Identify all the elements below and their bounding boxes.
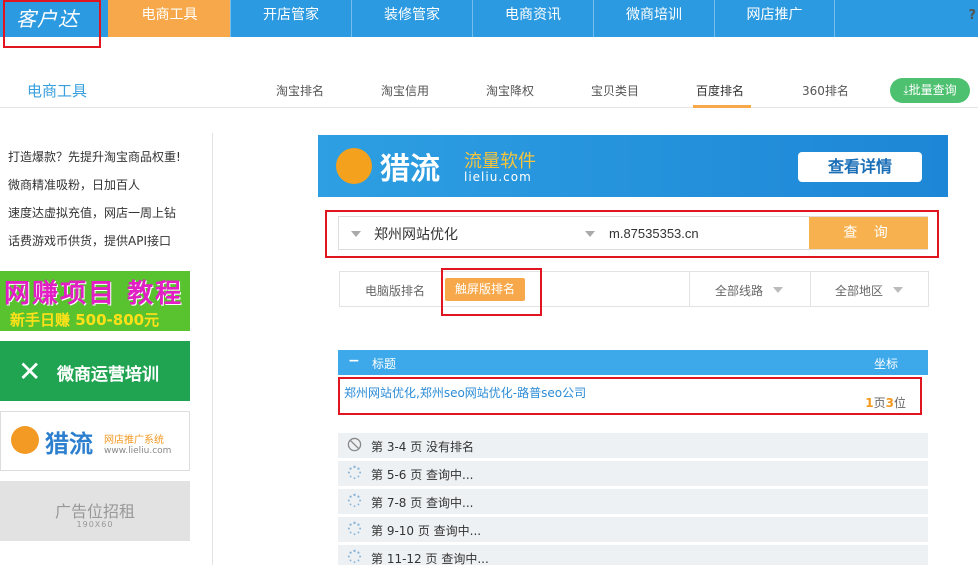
status-row: 第 5-6 页 查询中...: [338, 461, 928, 486]
filter-divider: [689, 272, 690, 306]
lieliu-logo-icon: [336, 148, 372, 184]
status-row: 第 9-10 页 查询中...: [338, 517, 928, 542]
ad-banner-lieliu[interactable]: 猎流 网店推广系统 www.lieliu.com: [0, 411, 190, 471]
ad-banner-wechat-training[interactable]: ✕ 微商运营培训: [0, 341, 190, 401]
results-header-position: 坐标: [873, 357, 898, 371]
lieliu-banner[interactable]: 猎流 流量软件 lieliu.com 查看详情: [318, 135, 948, 197]
nav-item-news[interactable]: 电商资讯: [472, 0, 593, 37]
batch-query-label: 批量查询: [908, 83, 957, 97]
tab-360-rank[interactable]: 360排名: [802, 82, 849, 99]
lieliu-logo-icon: [11, 426, 39, 454]
ad3-url: www.lieliu.com: [104, 446, 172, 456]
ad1-headline: 网赚项目 教程: [4, 279, 184, 309]
promo-link-3[interactable]: 速度达虚拟充值，网店一周上钻: [8, 204, 176, 221]
top-nav: 客户达 电商工具 开店管家 装修管家 电商资讯 微商培训 网店推广: [0, 0, 978, 37]
ad-banner-for-rent[interactable]: 广告位招租 190X60: [0, 481, 190, 541]
status-row: 第 11-12 页 查询中...: [338, 545, 928, 565]
ad-banner-earn-money[interactable]: 网赚项目 教程 新手日赚 500-800元: [0, 271, 190, 331]
view-details-button[interactable]: 查看详情: [798, 152, 922, 182]
line-select[interactable]: 全部线路: [715, 282, 763, 299]
highlight-box-logo: [3, 0, 101, 48]
status-row: 第 7-8 页 查询中...: [338, 489, 928, 514]
promo-link-1[interactable]: 打造爆款？先提升淘宝商品权重!: [8, 148, 181, 165]
nav-item-training[interactable]: 微商培训: [593, 0, 714, 37]
status-text: 第 5-6 页 查询中...: [371, 468, 474, 482]
loading-icon: [347, 493, 362, 508]
help-icon[interactable]: ?: [968, 8, 976, 23]
status-text: 第 11-12 页 查询中...: [371, 552, 489, 565]
ad4-size: 190X60: [76, 520, 114, 529]
tab-item-category[interactable]: 宝贝类目: [591, 82, 639, 99]
nav-item-store-manager[interactable]: 开店管家: [230, 0, 351, 37]
chevron-down-icon: [773, 287, 783, 293]
page: 客户达 电商工具 开店管家 装修管家 电商资讯 微商培训 网店推广 ? 电商工具…: [0, 0, 978, 565]
status-text: 第 3-4 页 没有排名: [371, 440, 475, 454]
tab-pc-rank[interactable]: 电脑版排名: [365, 282, 425, 299]
filter-divider: [810, 272, 811, 306]
ad1-subline: 新手日赚 500-800元: [10, 311, 160, 329]
filter-bar: 电脑版排名 触屏版排名 全部线路 全部地区: [339, 271, 929, 307]
ad4-text: 广告位招租: [54, 502, 135, 521]
banner-brand: 猎流: [380, 152, 440, 187]
tab-taobao-credit[interactable]: 淘宝信用: [381, 82, 429, 99]
loading-icon: [347, 549, 362, 564]
region-select[interactable]: 全部地区: [835, 282, 883, 299]
banner-url: lieliu.com: [464, 170, 532, 184]
tab-taobao-demotion[interactable]: 淘宝降权: [486, 82, 534, 99]
results-header-title: 标题: [372, 357, 397, 371]
sub-nav-title: 电商工具: [27, 82, 88, 100]
status-text: 第 9-10 页 查询中...: [371, 524, 482, 538]
nav-item-decoration-manager[interactable]: 装修管家: [351, 0, 472, 37]
active-tab-indicator: [693, 105, 751, 108]
tab-baidu-rank[interactable]: 百度排名: [696, 82, 744, 99]
promo-link-4[interactable]: 话费游戏币供货，提供API接口: [8, 232, 171, 249]
tools-icon: ✕: [18, 355, 42, 388]
batch-query-button[interactable]: ⤓批量查询: [890, 78, 970, 103]
chevron-down-icon: [893, 287, 903, 293]
ad3-subtitle: 网店推广系统: [104, 435, 164, 446]
highlight-box-mobile-tab: [441, 268, 542, 316]
sidebar-divider: [212, 133, 213, 565]
tab-taobao-rank[interactable]: 淘宝排名: [276, 82, 324, 99]
status-text: 第 7-8 页 查询中...: [371, 496, 474, 510]
nav-item-ecommerce-tools[interactable]: 电商工具: [108, 0, 230, 37]
status-row: 第 3-4 页 没有排名: [338, 433, 928, 458]
ad2-text: 微商运营培训: [57, 365, 159, 385]
sub-nav: 电商工具 淘宝排名 淘宝信用 淘宝降权 宝贝类目 百度排名 360排名 ⤓批量查…: [0, 72, 978, 108]
results-header: − 标题 坐标: [338, 350, 928, 375]
highlight-box-result: [338, 377, 922, 415]
collapse-icon[interactable]: −: [348, 353, 360, 369]
ad3-brand: 猎流: [45, 430, 93, 458]
no-result-icon: [347, 437, 362, 452]
nav-item-promotion[interactable]: 网店推广: [714, 0, 835, 37]
highlight-box-search: [325, 210, 939, 258]
promo-link-2[interactable]: 微商精准吸粉，日加百人: [8, 176, 140, 193]
loading-icon: [347, 465, 362, 480]
loading-icon: [347, 521, 362, 536]
